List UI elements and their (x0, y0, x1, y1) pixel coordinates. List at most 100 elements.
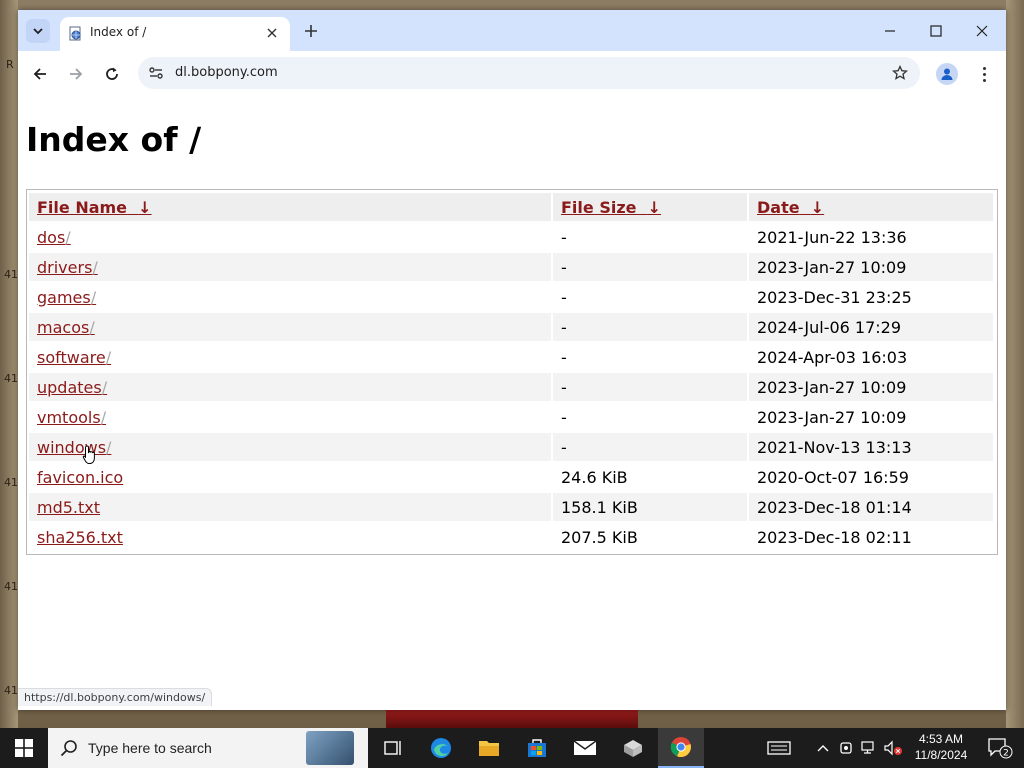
file-link[interactable]: sha256.txt (37, 528, 123, 547)
maximize-button[interactable] (914, 18, 958, 44)
file-link[interactable]: drivers/ (37, 258, 98, 277)
file-link[interactable]: games/ (37, 288, 96, 307)
close-icon (267, 28, 277, 38)
background-window-strip (386, 710, 638, 728)
store-taskbar-button[interactable] (514, 728, 560, 768)
file-date-cell: 2023-Jan-27 10:09 (749, 403, 993, 431)
file-link[interactable]: software/ (37, 348, 111, 367)
minimize-button[interactable] (868, 18, 912, 44)
sort-by-name-link[interactable]: File Name ↓ (37, 198, 152, 217)
task-view-button[interactable] (370, 728, 416, 768)
file-date-cell: 2023-Jan-27 10:09 (749, 373, 993, 401)
file-link[interactable]: windows/ (37, 438, 111, 457)
app-taskbar-button[interactable] (610, 728, 656, 768)
person-icon (941, 68, 953, 80)
table-header-row: File Name ↓ File Size ↓ Date ↓ (29, 193, 993, 221)
file-name-cell: vmtools/ (29, 403, 551, 431)
app-icon (624, 740, 642, 757)
chrome-taskbar-button[interactable] (658, 728, 704, 768)
path-separator: / (101, 377, 108, 397)
browser-window: Index of / dl.bobpony.com Index of / Fil… (18, 10, 1006, 710)
table-row: favicon.ico 24.6 KiB 2020-Oct-07 16:59 (29, 463, 993, 491)
profile-button[interactable] (936, 63, 958, 85)
file-listing: File Name ↓ File Size ↓ Date ↓ dos/ - 20… (26, 189, 998, 555)
header-file-name: File Name ↓ (29, 193, 551, 221)
file-size-cell: 24.6 KiB (553, 463, 747, 491)
mail-icon (573, 740, 597, 755)
file-table: File Name ↓ File Size ↓ Date ↓ dos/ - 20… (27, 191, 995, 553)
file-size-cell: - (553, 343, 747, 371)
path-separator: / (100, 407, 107, 427)
file-link[interactable]: md5.txt (37, 498, 100, 517)
path-separator: / (90, 287, 97, 307)
windows-logo-icon (15, 739, 33, 757)
tray-device-button[interactable] (836, 728, 856, 768)
mail-taskbar-button[interactable] (562, 728, 608, 768)
file-name: drivers (37, 257, 93, 277)
edge-taskbar-button[interactable] (418, 728, 464, 768)
hand-cursor-icon (82, 445, 95, 464)
table-row: sha256.txt 207.5 KiB 2023-Dec-18 02:11 (29, 523, 993, 551)
tab-title: Index of / (90, 25, 147, 39)
task-view-icon (384, 741, 401, 755)
sort-by-size-link[interactable]: File Size ↓ (561, 198, 661, 217)
dot (982, 66, 986, 70)
tab-strip: Index of / (18, 10, 1006, 51)
page-favicon-icon (69, 26, 81, 41)
chevron-up-icon (817, 745, 829, 752)
file-link[interactable]: macos/ (37, 318, 95, 337)
file-size-cell: 207.5 KiB (553, 523, 747, 551)
sort-by-date-link[interactable]: Date ↓ (757, 198, 824, 217)
network-icon (861, 741, 874, 754)
back-button[interactable] (27, 61, 53, 87)
file-link[interactable]: dos/ (37, 228, 71, 247)
plus-icon (305, 25, 317, 37)
forward-button[interactable] (63, 61, 89, 87)
edge-icon (431, 738, 451, 758)
system-clock[interactable]: 4:53 AM 11/8/2024 (905, 731, 977, 763)
start-button[interactable] (0, 728, 48, 768)
path-separator: / (92, 257, 98, 277)
tab-close-button[interactable] (262, 23, 282, 43)
minimize-icon (885, 30, 895, 32)
file-name-cell: sha256.txt (29, 523, 551, 551)
file-link[interactable]: favicon.ico (37, 468, 123, 487)
menu-button[interactable] (974, 63, 994, 85)
show-hidden-icons-button[interactable] (812, 728, 834, 768)
close-window-button[interactable] (960, 18, 1004, 44)
chevron-down-icon (33, 28, 43, 35)
network-button[interactable] (858, 728, 880, 768)
desktop-mark: 41 (4, 268, 18, 281)
notification-count: 2 (1003, 749, 1009, 759)
file-size-cell: - (553, 373, 747, 401)
new-tab-button[interactable] (300, 20, 322, 42)
site-info-icon[interactable] (148, 65, 164, 81)
bookmark-button[interactable] (890, 63, 910, 83)
desktop-left-edge (0, 0, 18, 728)
table-row: vmtools/ - 2023-Jan-27 10:09 (29, 403, 993, 431)
reload-button[interactable] (99, 61, 125, 87)
table-row: macos/ - 2024-Jul-06 17:29 (29, 313, 993, 341)
notifications-button[interactable]: 2 (980, 728, 1020, 768)
url-text[interactable]: dl.bobpony.com (175, 65, 278, 80)
taskbar: Type here to search 4:53 AM 11/8/2024 2 (0, 728, 1024, 768)
sort-arrow-icon: ↓ (647, 197, 662, 217)
file-link[interactable]: updates/ (37, 378, 107, 397)
file-name-cell: drivers/ (29, 253, 551, 281)
tab-search-button[interactable] (26, 19, 50, 43)
address-bar[interactable]: dl.bobpony.com (138, 57, 920, 89)
file-link[interactable]: vmtools/ (37, 408, 106, 427)
volume-button[interactable] (882, 728, 904, 768)
file-size-cell: - (553, 313, 747, 341)
tab-index[interactable]: Index of / (60, 17, 290, 51)
tray-app-button[interactable] (764, 728, 794, 768)
search-highlight-image (306, 731, 354, 765)
page-title: Index of / (26, 120, 202, 159)
file-date-cell: 2024-Apr-03 16:03 (749, 343, 993, 371)
desktop-mark: 41 (4, 476, 18, 489)
maximize-icon (930, 25, 942, 37)
taskbar-search-box[interactable]: Type here to search (48, 728, 368, 768)
desktop-right-edge (1006, 0, 1024, 728)
file-explorer-taskbar-button[interactable] (466, 728, 512, 768)
search-placeholder: Type here to search (88, 740, 212, 756)
